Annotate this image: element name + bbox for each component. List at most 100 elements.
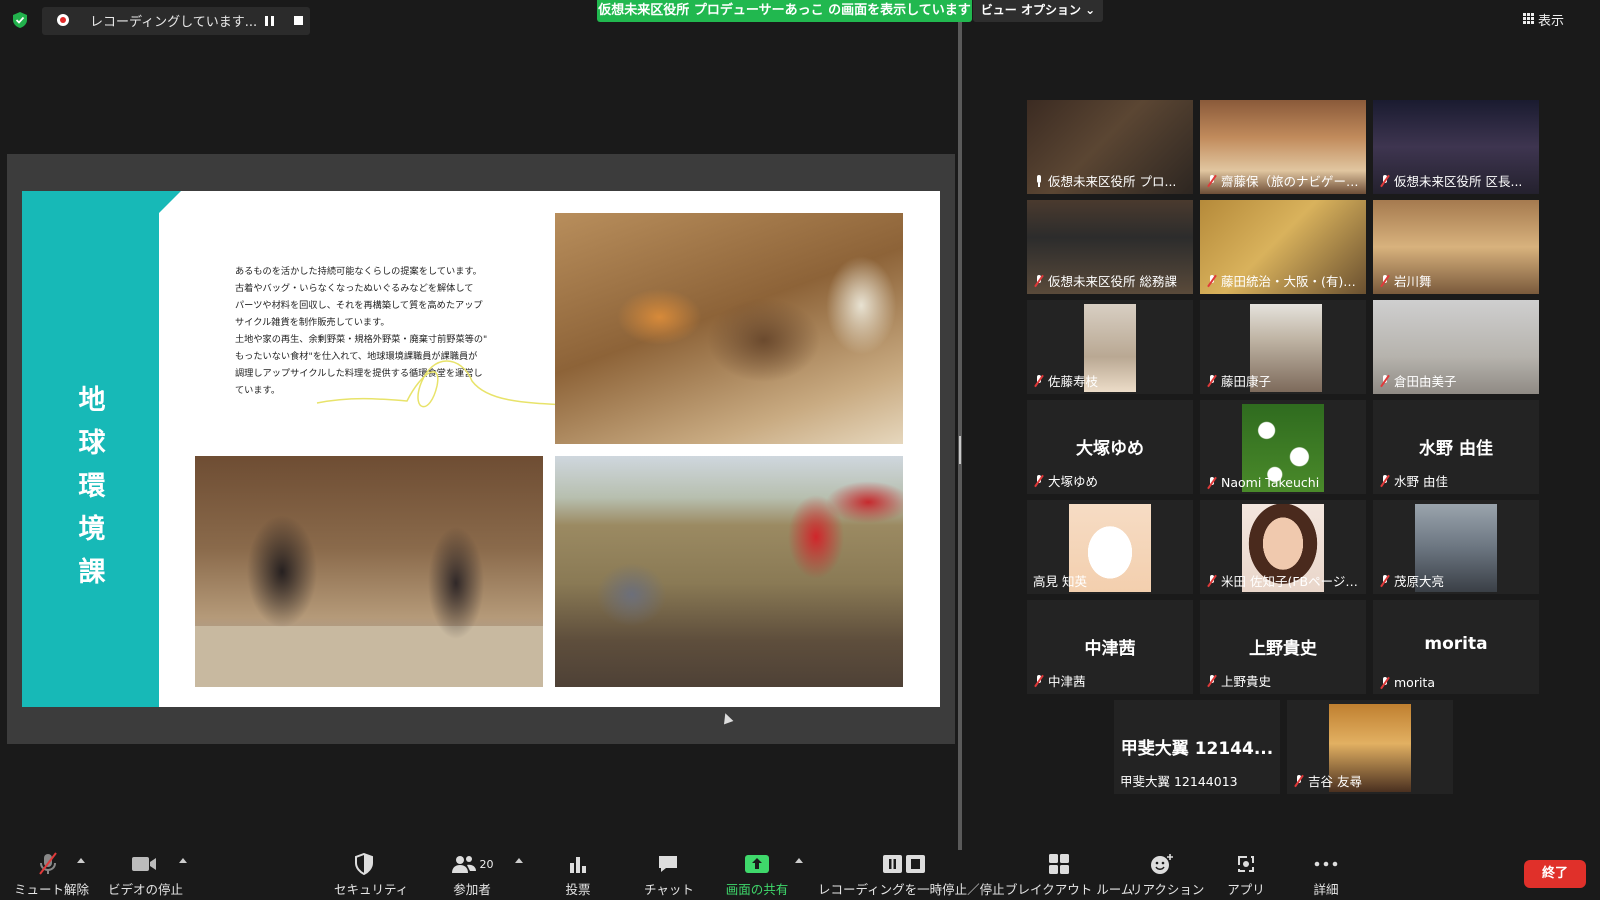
recording-stop-icon[interactable] [294,16,303,25]
participant-name-label: morita [1379,675,1435,690]
chat-button[interactable]: チャット [644,852,694,898]
participant-name-label: 甲斐大翼 12144013 [1120,771,1238,790]
unmute-button[interactable]: ミュート解除 [14,852,89,898]
participant-display-name: 水野 由佳 [1419,439,1493,459]
share-screen-arrow-icon [745,855,769,873]
participant-name-label: 藤田康子 [1206,371,1271,390]
stop-video-button[interactable]: ビデオの停止 [108,852,183,898]
participant-name-label: 仮想未来区役所 総務課 [1033,271,1177,290]
participant-tile[interactable]: 米田 佐知子(FBページ「... [1200,500,1366,594]
view-options-button[interactable]: ビュー オプション ⌄ [973,0,1103,22]
participant-name: 高見 知英 [1033,574,1087,589]
participant-name: 上野貴史 [1221,674,1272,689]
screen-share-banner: 仮想未来区役所 プロデューサーあっこ の画面を表示しています [597,0,972,22]
chat-bubble-icon [659,856,677,872]
participant-name-label: 齋藤保（旅のナビゲータ... [1206,171,1364,190]
pause-stop-recording-button[interactable]: レコーディングを一時停止／停止 [818,852,1005,898]
share-screen-button[interactable]: 画面の共有 [724,852,790,898]
chat-label: チャット [644,882,694,897]
mic-muted-icon [1033,274,1045,287]
mic-muted-icon [1206,374,1218,387]
mic-muted-icon [1379,374,1391,387]
participant-tile[interactable]: 大塚ゆめ 大塚ゆめ [1027,400,1193,494]
participant-tile[interactable]: 藤田康子 [1200,300,1366,394]
unmute-label: ミュート解除 [14,882,90,897]
participant-tile[interactable]: 甲斐大翼 12144... 甲斐大翼 12144013 [1114,700,1280,794]
participant-name: 佐藤寿枝 [1048,374,1099,389]
presentation-slide: 地球環境課 あるものを活かした持続可能なくらしの提案をしています。 古着やバッグ… [22,191,940,707]
mic-icon [1033,174,1045,187]
participant-tile[interactable]: 佐藤寿枝 [1027,300,1193,394]
recording-pause-icon[interactable] [265,16,274,26]
participant-tile[interactable]: 茂原大亮 [1373,500,1539,594]
mic-muted-icon [1206,574,1218,587]
participant-name: 藤田統治・大阪・(有)リア... [1221,274,1364,289]
recording-control-label: レコーディングを一時停止／停止 [818,882,1005,897]
participant-name-label: 中津茜 [1033,671,1086,690]
polls-button[interactable]: 投票 [556,852,600,898]
participant-name-label: 仮想未来区役所 プロ... [1033,171,1176,190]
participant-name-label: 米田 佐知子(FBページ「... [1206,571,1364,590]
participant-name-label: 藤田統治・大阪・(有)リア... [1206,271,1364,290]
participant-tile[interactable]: 上野貴史 上野貴史 [1200,600,1366,694]
participant-tile[interactable]: 藤田統治・大阪・(有)リア... [1200,200,1366,294]
audio-options-caret[interactable] [77,858,85,863]
more-label: 詳細 [1313,882,1339,897]
participant-name: 仮想未来区役所 総務課 [1048,274,1177,289]
more-button[interactable]: 詳細 [1308,852,1344,898]
participant-name: 仮想未来区役所 プロ... [1048,174,1177,189]
participant-name-label: 佐藤寿枝 [1033,371,1098,390]
mic-muted-icon [1206,274,1218,287]
participant-name-label: 大塚ゆめ [1033,471,1098,490]
participants-options-caret[interactable] [515,858,523,863]
participant-tile[interactable]: 倉田由美子 [1373,300,1539,394]
participant-display-name: morita [1424,634,1488,654]
breakout-rooms-button[interactable]: ブレイクアウト ルーム [1005,852,1133,898]
mic-muted-icon [1379,574,1391,587]
participant-tile[interactable]: morita morita [1373,600,1539,694]
participant-tile[interactable]: 吉谷 友尋 [1287,700,1453,794]
participant-name: morita [1394,675,1435,690]
participant-tile[interactable]: 仮想未来区役所 プロ... [1027,100,1193,194]
video-options-caret[interactable] [179,858,187,863]
participant-tile[interactable]: 高見 知英 [1027,500,1193,594]
apps-button[interactable]: アプリ [1226,852,1266,898]
mic-muted-icon [1293,774,1305,787]
participant-name-label: Naomi Takeuchi [1206,475,1319,490]
participant-name: 甲斐大翼 12144013 [1120,774,1238,789]
participant-tile[interactable]: Naomi Takeuchi [1200,400,1366,494]
participant-name-label: 水野 由佳 [1379,471,1448,490]
participant-display-name: 上野貴史 [1249,639,1317,659]
share-options-caret[interactable] [795,858,803,863]
participant-name: 仮想未来区役所 区長... [1394,174,1523,189]
end-meeting-button[interactable]: 終了 [1524,860,1586,888]
gallery-grid-icon[interactable] [1523,13,1534,24]
participant-tile[interactable]: 水野 由佳 水野 由佳 [1373,400,1539,494]
view-button[interactable]: 表示 [1538,10,1564,29]
more-dots-icon [1314,861,1338,867]
reactions-button[interactable]: リアクション [1130,852,1204,898]
mic-muted-icon [1206,174,1218,187]
divider-drag-handle[interactable] [959,436,961,464]
participant-tile[interactable]: 仮想未来区役所 総務課 [1027,200,1193,294]
security-button[interactable]: セキュリティ [334,852,408,898]
mic-muted-icon [1379,474,1391,487]
participant-tile[interactable]: 岩川舞 [1373,200,1539,294]
participant-name: 岩川舞 [1394,274,1432,289]
participant-name: 吉谷 友尋 [1308,774,1362,789]
participant-display-name: 甲斐大翼 12144... [1120,739,1274,759]
participants-button[interactable]: 20 参加者 [444,852,500,898]
participant-tile[interactable]: 仮想未来区役所 区長... [1373,100,1539,194]
smiley-plus-icon [1151,854,1173,874]
breakout-rooms-icon [1049,854,1069,874]
breakout-rooms-label: ブレイクアウト ルーム [1005,882,1134,897]
pause-stop-icon [883,855,925,873]
participant-name-label: 茂原大亮 [1379,571,1444,590]
mic-muted-icon [1206,476,1218,489]
participant-name-label: 仮想未来区役所 区長... [1379,171,1522,190]
participant-tile[interactable]: 中津茜 中津茜 [1027,600,1193,694]
participant-name-label: 高見 知英 [1033,571,1087,590]
participant-tile[interactable]: 齋藤保（旅のナビゲータ... [1200,100,1366,194]
mic-muted-icon [1379,174,1391,187]
mic-muted-icon [1379,274,1391,287]
